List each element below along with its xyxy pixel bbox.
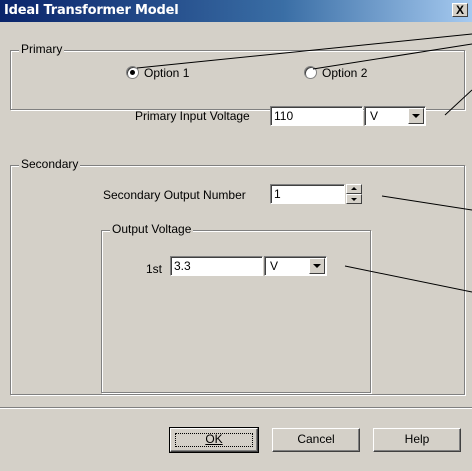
callout-line-primary-voltage (444, 89, 472, 116)
callout-line-option1 (136, 33, 472, 69)
callout-line-output-number (381, 195, 472, 211)
callout-line-output-voltage (344, 265, 472, 293)
transformer-dialog: Ideal Transformer Model X Primary Option… (0, 0, 472, 471)
callout-lines (136, 33, 472, 293)
